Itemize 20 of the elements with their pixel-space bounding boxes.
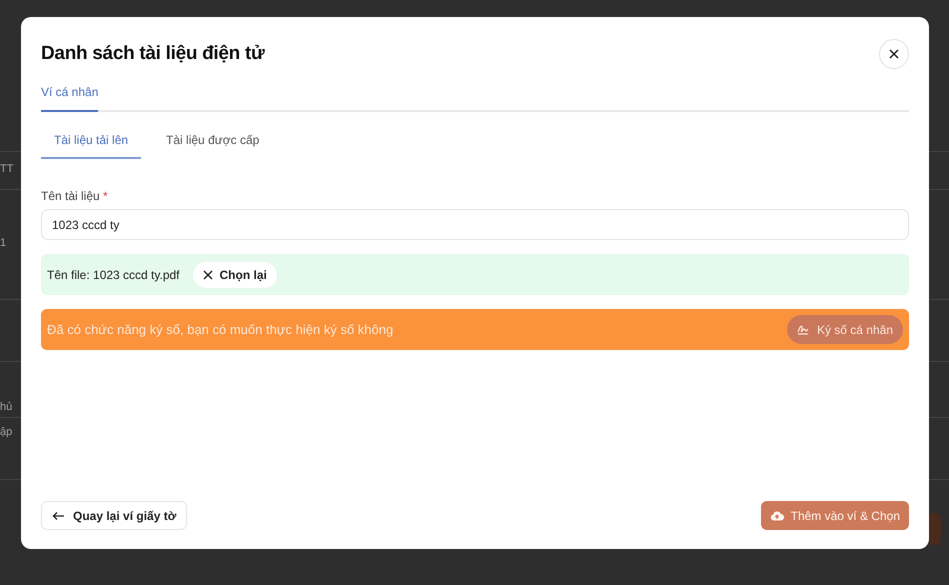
close-icon: [202, 270, 213, 280]
document-name-field[interactable]: 1023 cccd ty: [41, 209, 909, 240]
table-text: TT: [0, 162, 14, 176]
banner-message: Đã có chức năng ký số, bạn có muốn thực hiện ký số không: [47, 322, 394, 337]
close-button[interactable]: [879, 39, 909, 69]
table-text: 1: [0, 236, 6, 250]
tab[interactable]: Ví cá nhân: [41, 79, 98, 112]
tab[interactable]: Tài liệu được cấp: [153, 131, 272, 159]
signature-icon: [796, 324, 809, 335]
dialog-title: Danh sách tài liệu điện tử: [41, 43, 264, 65]
back-button[interactable]: Quay lại ví giấy tờ: [41, 501, 188, 530]
table-text: hủ: [0, 401, 12, 415]
file-name: Tên file: 1023 cccd ty.pdf: [47, 268, 180, 282]
cloud-upload-icon: [770, 510, 784, 521]
close-icon: [889, 49, 899, 59]
arrow-left-icon: [52, 510, 65, 520]
field-label: Tên tài liệu *: [41, 189, 109, 203]
reselect-button[interactable]: Chọn lại: [192, 262, 277, 288]
tab[interactable]: Tài liệu tải lên: [41, 131, 142, 159]
table-text: ập: [0, 425, 12, 440]
